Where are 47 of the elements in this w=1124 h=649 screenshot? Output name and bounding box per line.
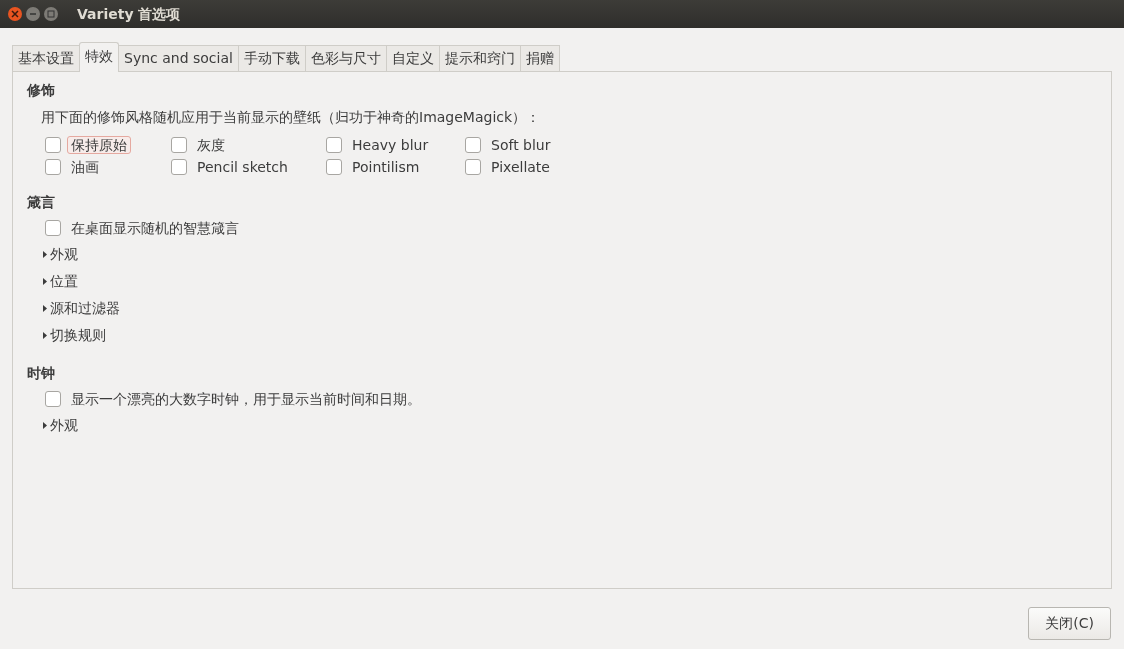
checkbox-label: 显示一个漂亮的大数字时钟，用于显示当前时间和日期。 xyxy=(70,389,422,409)
checkbox[interactable] xyxy=(45,137,61,153)
expander-label[interactable]: 源和过滤器 xyxy=(50,298,120,319)
checkbox[interactable] xyxy=(45,159,61,175)
expander-arrow-icon[interactable] xyxy=(43,251,47,258)
tab[interactable]: 自定义 xyxy=(385,45,440,71)
checkbox-label: Soft blur xyxy=(490,135,552,155)
minimize-icon[interactable] xyxy=(26,7,40,21)
tab[interactable]: 提示和窍门 xyxy=(438,45,521,71)
checkbox-label: Pixellate xyxy=(490,157,551,177)
checkbox[interactable] xyxy=(171,159,187,175)
checkbox[interactable] xyxy=(326,137,342,153)
description-text: 用下面的修饰风格随机应用于当前显示的壁纸（归功于神奇的ImageMagick）： xyxy=(41,108,542,127)
window-title: Variety 首选项 xyxy=(77,4,181,24)
checkbox[interactable] xyxy=(45,220,61,236)
section-heading: 时钟 xyxy=(27,364,56,383)
tab[interactable]: 色彩与尺寸 xyxy=(304,45,387,71)
tab[interactable]: 特效 xyxy=(79,42,119,72)
checkbox[interactable] xyxy=(171,137,187,153)
expander-arrow-icon[interactable] xyxy=(43,332,47,339)
checkbox-label: 在桌面显示随机的智慧箴言 xyxy=(70,218,240,238)
checkbox-label: Pointilism xyxy=(351,157,421,177)
checkbox[interactable] xyxy=(326,159,342,175)
close-window-icon[interactable] xyxy=(8,7,22,21)
expander-arrow-icon[interactable] xyxy=(43,305,47,312)
expander-label[interactable]: 外观 xyxy=(50,244,78,265)
tab[interactable]: 基本设置 xyxy=(12,45,80,71)
expander-arrow-icon[interactable] xyxy=(43,422,47,429)
expander-label[interactable]: 切换规则 xyxy=(50,325,106,346)
checkbox-label: 灰度 xyxy=(196,135,226,155)
tab[interactable]: Sync and social xyxy=(118,45,239,71)
checkbox-label: Pencil sketch xyxy=(196,157,289,177)
expander-label[interactable]: 位置 xyxy=(50,271,78,292)
expander-arrow-icon[interactable] xyxy=(43,278,47,285)
expander-label[interactable]: 外观 xyxy=(50,415,78,436)
checkbox[interactable] xyxy=(45,391,61,407)
checkbox[interactable] xyxy=(465,159,481,175)
maximize-icon[interactable] xyxy=(44,7,58,21)
close-button[interactable]: 关闭(C) xyxy=(1028,607,1111,640)
section-heading: 修饰 xyxy=(27,81,56,100)
tab[interactable]: 手动下载 xyxy=(237,45,306,71)
tab[interactable]: 捐赠 xyxy=(519,45,560,71)
checkbox[interactable] xyxy=(465,137,481,153)
checkbox-label: 油画 xyxy=(70,157,100,177)
checkbox-label: Heavy blur xyxy=(351,135,430,155)
section-heading: 箴言 xyxy=(27,193,56,212)
checkbox-label: 保持原始 xyxy=(67,135,131,155)
